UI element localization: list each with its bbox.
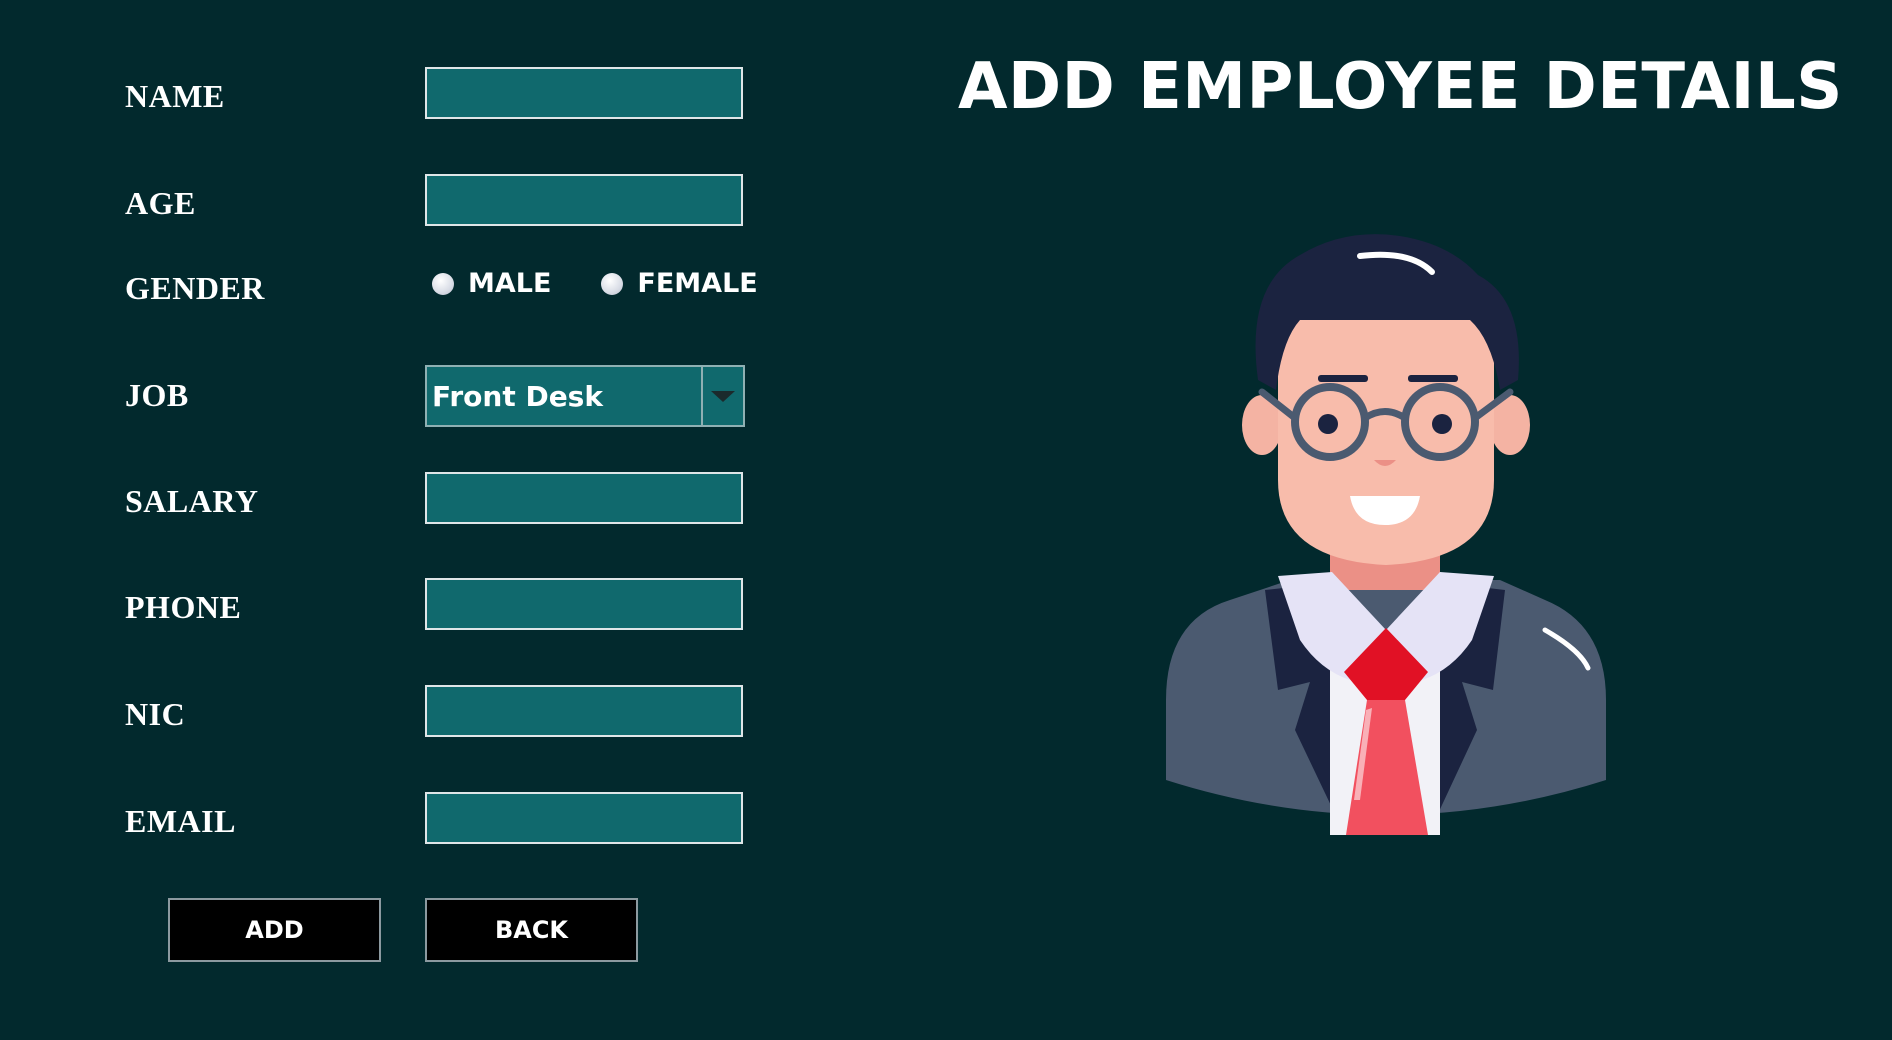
gender-male-label: MALE	[468, 268, 552, 299]
radio-button-icon[interactable]	[601, 272, 624, 295]
nic-label: NIC	[125, 696, 186, 732]
job-select[interactable]: Front Desk	[425, 365, 745, 427]
nic-field[interactable]	[425, 685, 743, 737]
age-label: AGE	[125, 185, 196, 221]
gender-radio-group: MALE FEMALE	[432, 268, 808, 299]
phone-field[interactable]	[425, 578, 743, 630]
job-dropdown-button[interactable]	[703, 367, 743, 425]
businessman-avatar-icon	[1166, 234, 1606, 835]
gender-male-radio[interactable]: MALE	[432, 268, 551, 299]
age-field[interactable]	[425, 174, 743, 226]
radio-button-icon[interactable]	[432, 272, 454, 295]
salary-label: SALARY	[125, 483, 259, 519]
name-label: NAME	[125, 78, 225, 114]
email-label: EMAIL	[125, 803, 236, 839]
name-field[interactable]	[425, 67, 743, 119]
back-button[interactable]: BACK	[425, 898, 638, 962]
chevron-down-icon	[711, 390, 735, 402]
phone-label: PHONE	[125, 589, 242, 625]
email-field[interactable]	[425, 792, 743, 844]
salary-field[interactable]	[425, 472, 743, 524]
page-title: ADD EMPLOYEE DETAILS	[958, 50, 1843, 124]
gender-female-radio[interactable]: FEMALE	[601, 268, 758, 299]
gender-label: GENDER	[125, 270, 265, 306]
job-label: JOB	[125, 377, 189, 413]
add-button[interactable]: ADD	[168, 898, 381, 962]
job-selected-value[interactable]: Front Desk	[427, 367, 703, 425]
gender-female-label: FEMALE	[637, 268, 758, 299]
